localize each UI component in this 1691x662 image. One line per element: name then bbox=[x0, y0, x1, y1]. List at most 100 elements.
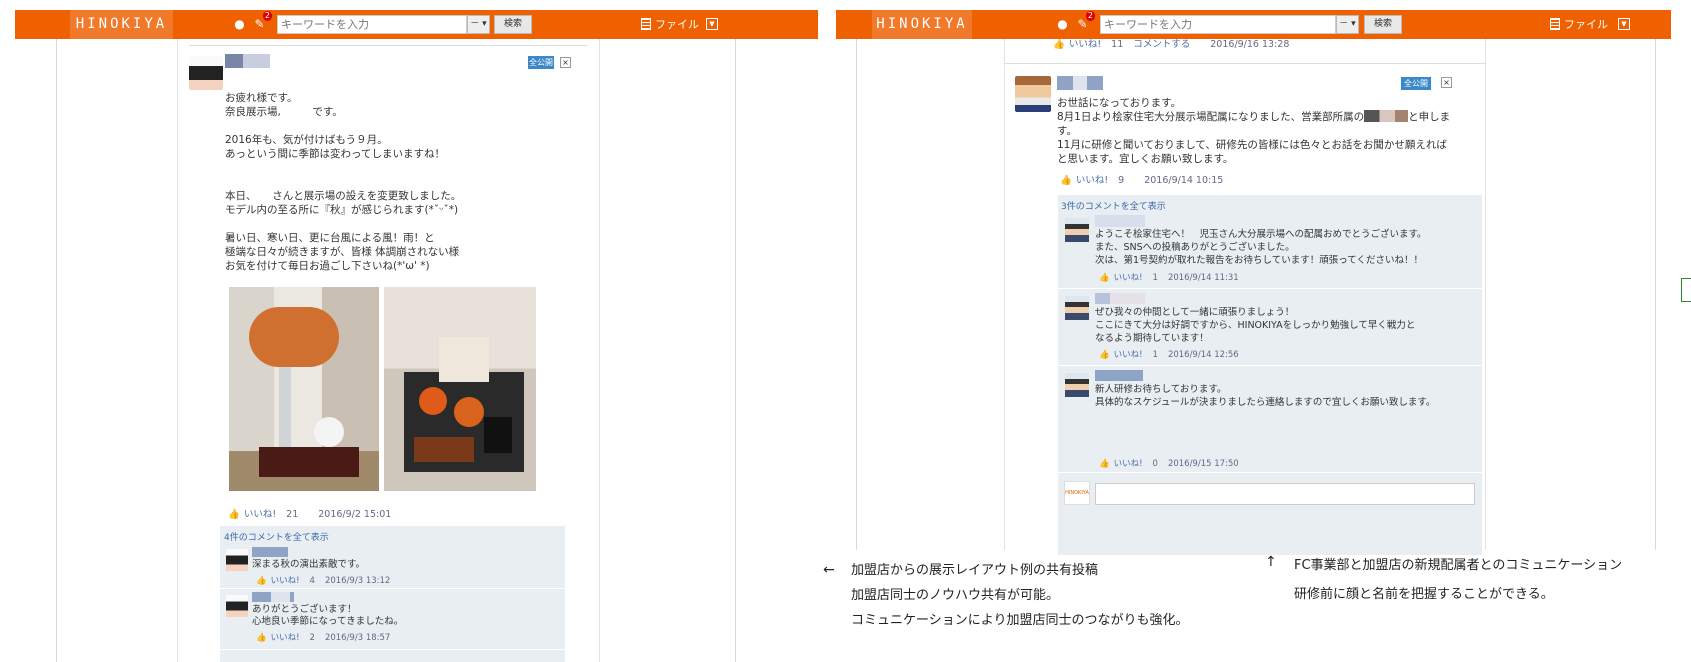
feed-column: 全公開 × お疲れ様です。 奈良展示場, です。 2016年も、気が付けばもう９… bbox=[177, 39, 600, 662]
up-arrow: ↑ bbox=[1265, 554, 1277, 570]
close-button[interactable]: × bbox=[560, 57, 571, 68]
photo-left[interactable] bbox=[229, 287, 379, 491]
post-body: お世話になっております。 8月1日より桧家住宅大分展示場配属になりました、営業部… bbox=[1057, 97, 1451, 165]
like-count: 2 bbox=[309, 633, 315, 643]
notification-icon[interactable]: ✎ 2 bbox=[1074, 11, 1095, 33]
like-count: 0 bbox=[1152, 459, 1158, 469]
file-icon bbox=[641, 18, 651, 30]
post-timestamp: 2016/9/16 13:28 bbox=[1210, 39, 1290, 50]
public-badge: 全公開 bbox=[528, 56, 554, 69]
post-body: お疲れ様です。 奈良展示場, です。 2016年も、気が付けばもう９月。 あっと… bbox=[225, 92, 462, 272]
comment-item: ようこそ桧家住宅へ！ 児玉さん大分展示場への配属おめでとうございます。 また、S… bbox=[1058, 213, 1482, 289]
comment-meta: 👍 いいね! 2 2016/9/3 18:57 bbox=[256, 632, 390, 644]
dropdown-caret[interactable]: ▼ bbox=[706, 18, 718, 30]
like-icon[interactable]: 👍 bbox=[1053, 39, 1065, 50]
like-icon[interactable]: 👍 bbox=[1060, 175, 1072, 186]
commenter-avatar[interactable] bbox=[1065, 296, 1089, 320]
like-count: 1 bbox=[1152, 350, 1158, 360]
comment-text: ぜひ我々の仲間として一緒に頑張りましょう！ ここにきて大分は好調ですから、HIN… bbox=[1095, 307, 1416, 344]
search-input[interactable] bbox=[1100, 15, 1336, 34]
commenter-avatar[interactable] bbox=[226, 549, 248, 571]
like-button[interactable]: いいね! bbox=[1069, 39, 1101, 50]
like-icon[interactable]: 👍 bbox=[228, 509, 240, 520]
people-icon[interactable]: ● bbox=[231, 16, 248, 33]
comment-item: ぜひ我々の仲間として一緒に頑張りましょう！ ここにきて大分は好調ですから、HIN… bbox=[1058, 290, 1482, 366]
file-menu-label: ファイル bbox=[1564, 18, 1608, 31]
like-button[interactable]: いいね! bbox=[271, 576, 300, 586]
close-button[interactable]: × bbox=[1441, 77, 1452, 88]
search-input[interactable] bbox=[277, 15, 467, 34]
left-caption: 加盟店からの展示レイアウト例の共有投稿 加盟店同士のノウハウ共有が可能。 コミュ… bbox=[851, 563, 1189, 628]
commenter-avatar[interactable] bbox=[1065, 373, 1089, 397]
commenter-name-redacted[interactable] bbox=[252, 547, 288, 557]
feed-column: 👍 いいね! 11 コメントする 2016/9/16 13:28 全公開 × お世話にな… bbox=[1004, 39, 1486, 555]
file-menu-label: ファイル bbox=[655, 18, 699, 31]
post-meta: 👍 いいね! 21 2016/9/2 15:01 bbox=[228, 509, 391, 521]
comment-text: 新人研修お待ちしております。 具体的なスケジュールが決まりましたら連絡しますので… bbox=[1095, 384, 1436, 408]
commenter-name-redacted[interactable] bbox=[252, 592, 294, 602]
search-scope-select[interactable]: － ▾ bbox=[467, 15, 490, 34]
commenter-avatar[interactable] bbox=[1065, 218, 1089, 242]
file-menu[interactable]: ファイル bbox=[1550, 17, 1608, 32]
like-count: 1 bbox=[1152, 273, 1158, 283]
notification-badge: 2 bbox=[1085, 11, 1095, 21]
comment-timestamp: 2016/9/3 13:12 bbox=[324, 576, 391, 586]
like-icon[interactable]: 👍 bbox=[1099, 459, 1110, 469]
my-avatar: HINOKIYA bbox=[1064, 481, 1090, 505]
comment-timestamp: 2016/9/14 12:56 bbox=[1167, 350, 1239, 360]
author-name-redacted[interactable] bbox=[225, 54, 270, 68]
commenter-name-redacted[interactable] bbox=[1095, 370, 1143, 381]
comment-timestamp: 2016/9/3 18:57 bbox=[324, 633, 391, 643]
like-count: 9 bbox=[1118, 175, 1125, 186]
author-name-redacted[interactable] bbox=[1057, 76, 1103, 90]
comment-action[interactable]: コメントする bbox=[1133, 39, 1190, 50]
dropdown-caret[interactable]: ▼ bbox=[1618, 18, 1630, 30]
commenter-avatar[interactable] bbox=[226, 595, 248, 617]
show-all-comments-link[interactable]: 4件のコメントを全て表示 bbox=[224, 530, 329, 543]
public-badge: 全公開 bbox=[1401, 77, 1431, 90]
like-icon[interactable]: 👍 bbox=[256, 576, 267, 586]
comment-input[interactable] bbox=[1095, 483, 1475, 505]
comment-timestamp: 2016/9/15 17:50 bbox=[1167, 459, 1239, 469]
like-icon[interactable]: 👍 bbox=[1099, 273, 1110, 283]
header-bar: HINOKIYA ● ✎2 － ▾ 検索 ファイル ▼ bbox=[15, 10, 818, 39]
avatar[interactable] bbox=[189, 56, 223, 90]
previous-post-meta: 👍 いいね! 11 コメントする 2016/9/16 13:28 bbox=[1053, 39, 1289, 51]
comment-section: 4件のコメントを全て表示 深まる秋の演出素敵です。 👍 いいね! 4 2016/9/3… bbox=[220, 526, 565, 662]
like-icon[interactable]: 👍 bbox=[256, 633, 267, 643]
like-button[interactable]: いいね! bbox=[271, 633, 300, 643]
search-button[interactable]: 検索 bbox=[1364, 15, 1402, 34]
post-timestamp: 2016/9/2 15:01 bbox=[318, 509, 392, 520]
people-icon[interactable]: ● bbox=[1054, 16, 1071, 33]
comment-section: 3件のコメントを全て表示 ようこそ桧家住宅へ！ 児玉さん大分展示場への配属おめで… bbox=[1058, 195, 1482, 555]
like-button[interactable]: いいね! bbox=[1114, 459, 1143, 469]
comment-meta: 👍 いいね! 4 2016/9/3 13:12 bbox=[256, 575, 390, 587]
notification-icon[interactable]: ✎ 2 bbox=[251, 11, 272, 33]
comment-item: 新人研修お待ちしております。 具体的なスケジュールが決まりましたら連絡しますので… bbox=[1058, 367, 1482, 473]
like-button[interactable]: いいね! bbox=[244, 509, 276, 520]
like-button[interactable]: いいね! bbox=[1114, 273, 1143, 283]
like-button[interactable]: いいね! bbox=[1076, 175, 1108, 186]
commenter-name-redacted[interactable] bbox=[1095, 215, 1145, 227]
search-button[interactable]: 検索 bbox=[494, 15, 532, 34]
logo[interactable]: HINOKIYA bbox=[70, 10, 173, 39]
logo[interactable]: HINOKIYA bbox=[872, 10, 972, 39]
like-button[interactable]: いいね! bbox=[1114, 350, 1143, 360]
like-icon[interactable]: 👍 bbox=[1099, 350, 1110, 360]
avatar[interactable] bbox=[1015, 76, 1051, 112]
comment-timestamp: 2016/9/14 11:31 bbox=[1167, 273, 1239, 283]
name-redacted bbox=[1364, 110, 1409, 122]
divider bbox=[189, 45, 588, 46]
file-icon bbox=[1550, 18, 1560, 30]
left-screenshot: HINOKIYA ● ✎2 － ▾ 検索 ファイル ▼ 全公開 × お疲れ様です… bbox=[15, 0, 818, 662]
photo-right[interactable] bbox=[384, 287, 536, 491]
like-count: 4 bbox=[309, 576, 315, 586]
left-arrow: ← bbox=[823, 562, 835, 578]
search-scope-select[interactable]: － ▾ bbox=[1336, 15, 1359, 34]
show-all-comments-link[interactable]: 3件のコメントを全て表示 bbox=[1061, 199, 1166, 212]
commenter-name-redacted[interactable] bbox=[1095, 293, 1145, 304]
file-menu[interactable]: ファイル bbox=[641, 17, 699, 32]
like-count: 21 bbox=[286, 509, 299, 520]
right-caption: FC事業部と加盟店の新規配属者とのコミュニケーション 研修前に顔と名前を把握する… bbox=[1294, 558, 1623, 602]
like-count: 11 bbox=[1111, 39, 1124, 50]
